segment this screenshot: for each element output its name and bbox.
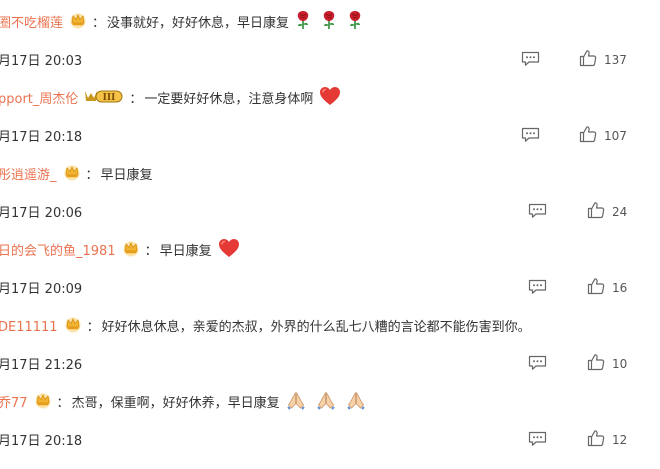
thumbs-up-icon <box>579 49 597 71</box>
comment-item: 日的会飞的鱼_1981 ：早日康复月17日 20:09 16 <box>0 238 660 317</box>
like-count: 107 <box>604 129 627 143</box>
reply-icon <box>521 127 540 147</box>
comment-text: 早日康复 <box>100 168 153 183</box>
comment-header: 彤逍遥游_ ：早日康复 <box>0 165 153 187</box>
like-count: 16 <box>612 281 628 295</box>
heart-emoji <box>218 238 240 266</box>
like-button[interactable]: 137 <box>579 49 627 71</box>
crown-icon <box>64 315 82 341</box>
reply-icon <box>528 431 547 451</box>
thumbs-up-icon <box>587 201 605 223</box>
comment-item: DE11111 ：好好休息休息，亲爱的杰叔，外界的什么乱七八糟的言论都不能伤害到你… <box>0 317 660 393</box>
reply-icon <box>528 355 547 375</box>
thumbs-up-icon <box>587 277 605 299</box>
reply-button[interactable] <box>528 431 547 451</box>
folded-hands-emoji <box>286 390 306 418</box>
reply-icon <box>528 203 547 223</box>
emoji-group <box>295 10 373 38</box>
comment-username[interactable]: 彤逍遥游_ <box>0 165 57 187</box>
comment-timestamp: 月17日 20:18 <box>0 130 83 145</box>
thumbs-up-icon <box>587 353 605 375</box>
crown-icon <box>63 163 81 189</box>
comment-timestamp: 月17日 20:18 <box>0 434 83 449</box>
comment-text: 好好休息休息，亲爱的杰叔，外界的什么乱七八糟的言论都不能伤害到你。 <box>101 320 531 335</box>
comment-item: pport_周杰伦 III ：一定要好好休息，注意身体啊月17日 20:18 107 <box>0 86 660 165</box>
comment-header: 圈不吃榴莲 ：没事就好，好好休息，早日康复 <box>0 10 373 38</box>
comment-timestamp: 月17日 20:06 <box>0 206 83 221</box>
comment-item: 乔77 ：杰哥，保重啊，好好休养，早日康复月17日 20:18 12 <box>0 390 660 469</box>
like-button[interactable]: 16 <box>587 277 627 299</box>
like-count: 10 <box>612 357 628 371</box>
like-count: 24 <box>612 205 628 219</box>
comment-item: 圈不吃榴莲 ：没事就好，好好休息，早日康复月17日 20:03 137 <box>0 10 660 89</box>
emoji-group <box>218 238 250 266</box>
comment-username[interactable]: pport_周杰伦 <box>0 89 78 111</box>
separator: ： <box>56 396 70 411</box>
emoji-group <box>286 390 376 418</box>
reply-button[interactable] <box>528 203 547 223</box>
comment-username[interactable]: 乔77 <box>0 393 28 415</box>
reply-button[interactable] <box>528 279 547 299</box>
crown-icon <box>122 239 140 265</box>
reply-icon <box>528 279 547 299</box>
comment-username[interactable]: 圈不吃榴莲 <box>0 13 63 35</box>
like-count: 12 <box>612 433 628 447</box>
comment-text: 没事就好，好好休息，早日康复 <box>107 16 290 31</box>
like-button[interactable]: 24 <box>587 201 627 223</box>
crown-icon <box>34 391 52 417</box>
comment-item: 彤逍遥游_ ：早日康复月17日 20:06 24 <box>0 165 660 241</box>
like-button[interactable]: 12 <box>587 429 627 451</box>
comment-header: 日的会飞的鱼_1981 ：早日康复 <box>0 238 250 266</box>
separator: ： <box>85 168 99 183</box>
crown-icon <box>69 11 87 37</box>
svg-text:III: III <box>103 93 116 103</box>
rose-emoji <box>347 10 363 38</box>
comment-header: 乔77 ：杰哥，保重啊，好好休养，早日康复 <box>0 390 376 418</box>
like-button[interactable]: 10 <box>587 353 627 375</box>
like-count: 137 <box>604 53 627 67</box>
comment-header: DE11111 ：好好休息休息，亲爱的杰叔，外界的什么乱七八糟的言论都不能伤害到你… <box>0 317 531 339</box>
reply-button[interactable] <box>528 355 547 375</box>
folded-hands-emoji <box>316 390 336 418</box>
rose-emoji <box>321 10 337 38</box>
reply-icon <box>521 51 540 71</box>
comment-text: 一定要好好休息，注意身体啊 <box>144 92 314 107</box>
separator: ： <box>144 244 158 259</box>
reply-button[interactable] <box>521 127 540 147</box>
thumbs-up-icon <box>587 429 605 451</box>
folded-hands-emoji <box>346 390 366 418</box>
comment-username[interactable]: DE11111 <box>0 317 58 339</box>
rose-emoji <box>295 10 311 38</box>
heart-emoji <box>319 86 341 114</box>
comment-timestamp: 月17日 20:09 <box>0 282 83 297</box>
comment-text: 早日康复 <box>159 244 212 259</box>
comment-timestamp: 月17日 21:26 <box>0 358 83 373</box>
comment-timestamp: 月17日 20:03 <box>0 54 83 69</box>
thumbs-up-icon <box>579 125 597 147</box>
like-button[interactable]: 107 <box>579 125 627 147</box>
separator: ： <box>86 320 100 335</box>
separator: ： <box>92 16 106 31</box>
vip-level-badge-icon: III <box>84 87 124 113</box>
comment-header: pport_周杰伦 III ：一定要好好休息，注意身体啊 <box>0 86 351 114</box>
comment-text: 杰哥，保重啊，好好休养，早日康复 <box>71 396 280 411</box>
separator: ： <box>129 92 143 107</box>
emoji-group <box>319 86 351 114</box>
reply-button[interactable] <box>521 51 540 71</box>
comment-username[interactable]: 日的会飞的鱼_1981 <box>0 241 116 263</box>
